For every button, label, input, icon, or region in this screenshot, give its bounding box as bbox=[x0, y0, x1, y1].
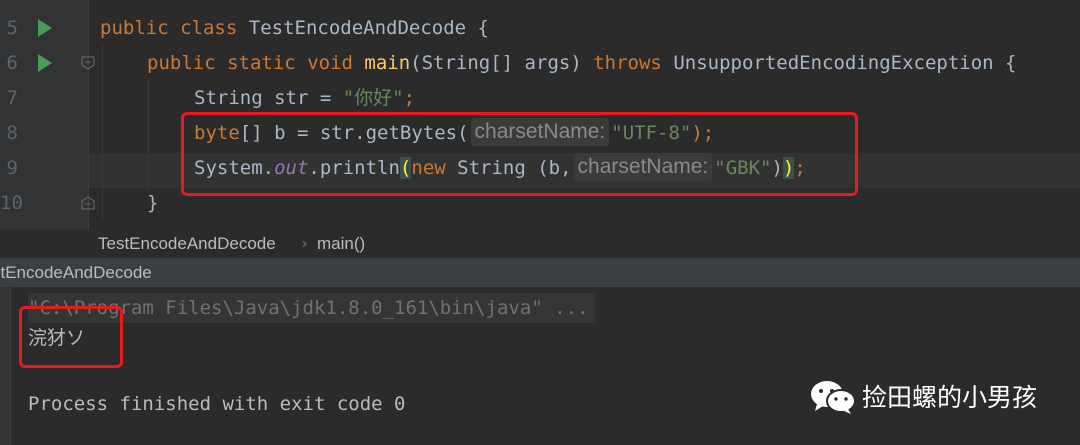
code-editor[interactable]: 5 6 7 8 9 10 public class TestEncodeAndD… bbox=[0, 0, 1080, 230]
indent-guide bbox=[102, 45, 103, 220]
string-literal: "你好" bbox=[342, 87, 404, 109]
keyword: public bbox=[100, 17, 169, 39]
keyword: static bbox=[227, 52, 296, 74]
code-line-5[interactable]: public class TestEncodeAndDecode { bbox=[100, 11, 489, 46]
line-number: 8 bbox=[6, 122, 18, 144]
declaration: String str = bbox=[194, 87, 343, 109]
keyword: public bbox=[147, 52, 216, 74]
keyword: throws bbox=[593, 52, 662, 74]
breadcrumb: TestEncodeAndDecode › main() bbox=[0, 230, 1080, 259]
method-name: main bbox=[364, 52, 411, 74]
run-class-icon[interactable] bbox=[38, 19, 52, 37]
semicolon: ; bbox=[403, 87, 416, 109]
chevron-right-icon: › bbox=[302, 235, 307, 252]
console-exit-message: Process finished with exit code 0 bbox=[28, 393, 406, 415]
exception-name: UnsupportedEncodingException { bbox=[673, 52, 1017, 74]
code-line-6[interactable]: public static void main(String[] args) t… bbox=[147, 46, 1016, 81]
line-number: 7 bbox=[6, 87, 18, 109]
highlight-box-code bbox=[181, 112, 858, 196]
code-line-10[interactable]: } bbox=[147, 186, 158, 221]
method-params: (String[] args) bbox=[410, 52, 582, 74]
breadcrumb-method[interactable]: main() bbox=[317, 230, 365, 258]
keyword: void bbox=[307, 52, 353, 74]
closing-brace: } bbox=[147, 192, 159, 214]
line-number: 6 bbox=[6, 52, 18, 74]
indent-guide bbox=[148, 80, 149, 190]
run-main-icon[interactable] bbox=[38, 54, 52, 72]
fold-open-icon[interactable] bbox=[81, 56, 95, 70]
fold-close-icon[interactable] bbox=[81, 196, 95, 210]
code-line-7[interactable]: String str = "你好"; bbox=[194, 81, 415, 116]
highlight-box-output bbox=[19, 306, 123, 368]
run-tab-title[interactable]: stEncodeAndDecode bbox=[0, 259, 152, 287]
keyword: class bbox=[180, 17, 238, 39]
console-toolbar bbox=[0, 287, 11, 445]
wechat-icon bbox=[810, 380, 856, 420]
run-tab-header: stEncodeAndDecode bbox=[0, 259, 1080, 287]
line-number: 9 bbox=[6, 157, 18, 179]
breadcrumb-class[interactable]: TestEncodeAndDecode bbox=[98, 230, 276, 258]
watermark-text: 捡田螺的小男孩 bbox=[862, 383, 1038, 412]
class-name: TestEncodeAndDecode { bbox=[248, 17, 489, 39]
line-number: 5 bbox=[6, 17, 18, 39]
line-number: 10 bbox=[0, 192, 23, 214]
